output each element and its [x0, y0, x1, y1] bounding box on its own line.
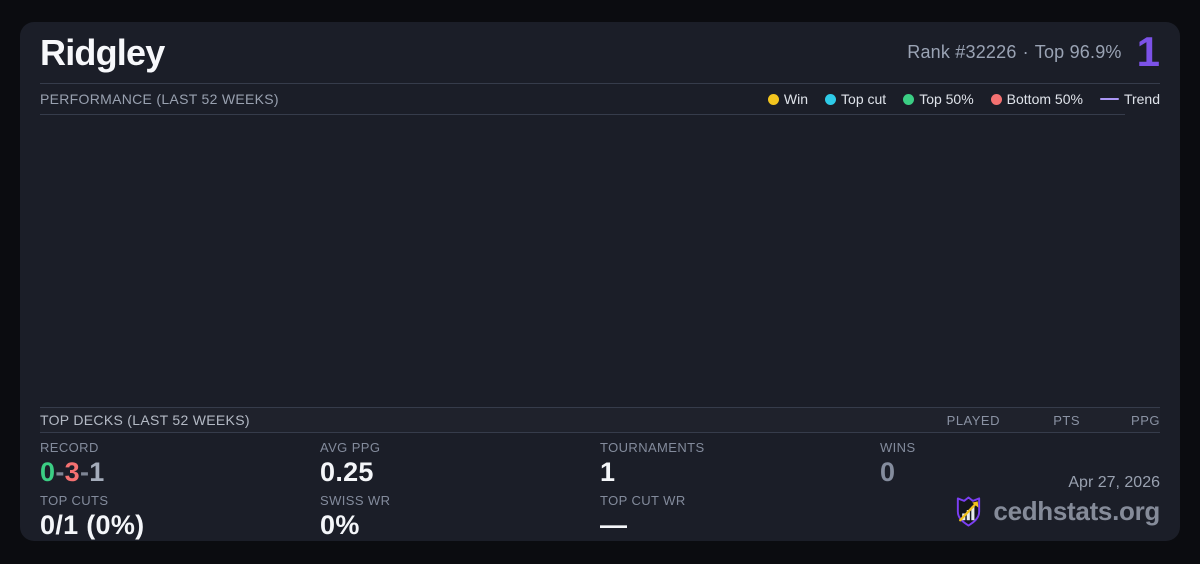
stat-avg-ppg-value: 0.25	[320, 457, 374, 487]
card-header: Ridgley Rank #32226 · Top 96.9% 1	[40, 22, 1160, 84]
record-losses: 3	[64, 457, 80, 487]
brand-text: cedhstats.org	[993, 496, 1160, 526]
stat-top-cuts: TOP CUTS 0/1 (0%)	[40, 493, 320, 543]
stat-top-cuts-value: 0/1 (0%)	[40, 510, 145, 540]
snapshot-date: Apr 27, 2026	[1068, 474, 1160, 491]
legend-label-bottom-50: Bottom 50%	[1006, 91, 1083, 107]
column-header-ppg: PPG	[1131, 412, 1160, 428]
stat-top-cut-wr-value: —	[600, 510, 628, 540]
page-title: Ridgley	[40, 31, 165, 73]
bottom-50-dot-icon	[990, 93, 1002, 105]
column-header-played: PLAYED	[946, 412, 1000, 428]
chart-legend: Win Top cut Top 50% Bottom 50% Trend	[767, 91, 1160, 107]
stat-swiss-wr-label: SWISS WR	[320, 493, 391, 508]
top-decks-section-header: TOP DECKS (LAST 52 WEEKS) PLAYED PTS PPG	[40, 407, 1160, 433]
rank-block: Rank #32226 · Top 96.9% 1	[907, 27, 1160, 75]
legend-label-win: Win	[783, 91, 809, 107]
performance-section-header: PERFORMANCE (LAST 52 WEEKS) Win Top cut …	[40, 84, 1160, 114]
stat-record: RECORD 0-3-1	[40, 440, 320, 490]
record-draws: 1	[89, 457, 105, 487]
performance-section-title: PERFORMANCE (LAST 52 WEEKS)	[40, 91, 279, 107]
legend-item-top-cut: Top cut	[825, 91, 886, 107]
card-footer: Apr 27, 2026 cedhstats.org	[953, 474, 1160, 528]
trend-line-icon	[1099, 97, 1119, 101]
stat-record-value: 0-3-1	[40, 457, 320, 488]
legend-label-top-cut: Top cut	[841, 91, 887, 107]
stat-top-cut-wr-label: TOP CUT WR	[600, 493, 686, 508]
legend-label-trend: Trend	[1123, 91, 1160, 107]
cedhstats-logo-icon	[957, 496, 981, 527]
stat-swiss-wr-value: 0%	[320, 510, 360, 540]
rank-summary: Rank #32226 · Top 96.9%	[907, 42, 1121, 63]
top-percent-label: Top 96.9%	[1034, 42, 1122, 62]
rank-label: Rank #32226	[907, 42, 1017, 62]
stat-top-cut-wr: TOP CUT WR —	[600, 493, 880, 543]
performance-chart	[40, 115, 1160, 407]
rank-separator: ·	[1022, 42, 1029, 62]
top-50-dot-icon	[903, 93, 915, 105]
legend-item-top-50: Top 50%	[903, 91, 974, 107]
record-wins: 0	[40, 457, 56, 487]
top-decks-column-headers: PLAYED PTS PPG	[920, 413, 1160, 428]
stat-top-cuts-label: TOP CUTS	[40, 493, 109, 508]
top-decks-section-title: TOP DECKS (LAST 52 WEEKS)	[40, 412, 250, 428]
legend-item-win: Win	[767, 91, 809, 107]
stat-wins-label: WINS	[880, 440, 916, 455]
rank-number: 1	[1136, 27, 1160, 75]
stat-avg-ppg: AVG PPG 0.25	[320, 440, 600, 490]
top-cut-dot-icon	[825, 93, 837, 105]
record-separator-1: -	[55, 457, 65, 487]
stat-swiss-wr: SWISS WR 0%	[320, 493, 600, 543]
stat-tournaments-label: TOURNAMENTS	[600, 440, 705, 455]
stat-avg-ppg-label: AVG PPG	[320, 440, 381, 455]
player-stats-card: Ridgley Rank #32226 · Top 96.9% 1 PERFORMA…	[20, 22, 1180, 541]
legend-item-bottom-50: Bottom 50%	[990, 91, 1083, 107]
stat-record-label: RECORD	[40, 440, 99, 455]
stat-tournaments-value: 1	[600, 457, 616, 487]
stat-tournaments: TOURNAMENTS 1	[600, 440, 880, 490]
column-header-pts: PTS	[1053, 412, 1080, 428]
win-dot-icon	[767, 93, 779, 105]
legend-item-trend: Trend	[1099, 91, 1160, 107]
brand-link[interactable]: cedhstats.org	[953, 495, 1160, 528]
record-separator-2: -	[79, 457, 90, 487]
legend-label-top-50: Top 50%	[919, 91, 974, 107]
